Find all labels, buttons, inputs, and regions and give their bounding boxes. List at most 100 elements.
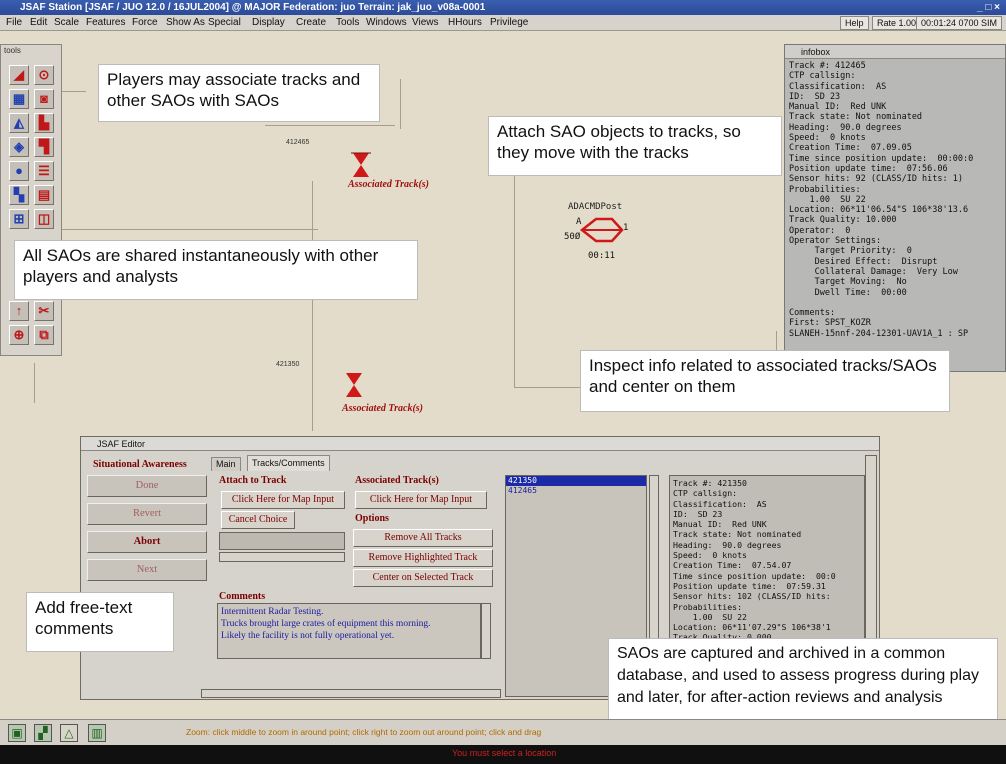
menu-display[interactable]: Display [252, 15, 285, 31]
menu-hhours[interactable]: HHours [448, 15, 482, 31]
remove-all-tracks-button[interactable]: Remove All Tracks [353, 529, 493, 547]
callout-attach: Attach SAO objects to tracks, so they mo… [488, 116, 782, 176]
sao-number-label: 1 [623, 223, 629, 233]
list-item[interactable]: 412465 [506, 486, 646, 496]
menu-privilege[interactable]: Privilege [490, 15, 528, 31]
menu-windows[interactable]: Windows [366, 15, 407, 31]
list-item-selected[interactable]: 421350 [506, 476, 646, 486]
status-hint: Zoom: click middle to zoom in around poi… [186, 727, 542, 737]
editor-title: JSAF Editor [81, 437, 879, 451]
target-tool-icon[interactable]: ⊙ [34, 65, 54, 85]
menu-file[interactable]: File [6, 15, 22, 31]
sao-range-label: 50Ø [564, 232, 581, 242]
chart-icon[interactable]: ▞ [34, 724, 52, 742]
menu-scale[interactable]: Scale [54, 15, 79, 31]
menu-special[interactable]: Special [208, 15, 241, 31]
comment-line: Likely the facility is not fully operati… [221, 631, 395, 641]
callout-inspect: Inspect info related to associated track… [580, 350, 950, 412]
terrain-line [265, 125, 395, 126]
tools-palette-title: tools [4, 46, 21, 55]
grid-tool-icon[interactable]: ▦ [9, 89, 29, 109]
associated-track-label: Associated Track(s) [348, 179, 430, 190]
sensor-tool-icon[interactable]: ● [9, 161, 29, 181]
warning-icon[interactable]: △ [60, 724, 78, 742]
window-title: JSAF Station [JSAF / JUO 12.0 / 16JUL200… [20, 2, 486, 13]
editor-horizontal-scrollbar[interactable] [201, 689, 501, 698]
done-button[interactable]: Done [87, 475, 207, 497]
tab-tracks-comments[interactable]: Tracks/Comments [247, 455, 330, 471]
infobox-text: Track #: 412465 CTP callsign: Classifica… [789, 61, 974, 339]
area-tool-icon[interactable]: ◈ [9, 137, 29, 157]
callout-shared: All SAOs are shared instantaneously with… [14, 240, 418, 300]
panel-icon[interactable]: ▥ [88, 724, 106, 742]
measure-tool-icon[interactable]: ◫ [34, 209, 54, 229]
sao-name-label: ADACMDPost [568, 202, 623, 212]
callout-comments: Add free-text comments [26, 592, 174, 652]
comments-scrollbar[interactable] [481, 603, 491, 659]
sim-time-display: 00:01:24 0700 SIM [916, 16, 1003, 30]
comments-heading: Comments [219, 591, 266, 602]
track-id-label: 421350 [276, 361, 300, 368]
status-bar: ▣ ▞ △ ▥ Zoom: click middle to zoom in ar… [0, 719, 1006, 745]
window-controls[interactable]: _ □ × [977, 0, 1000, 15]
comment-line: Intermittent Radar Testing. [221, 607, 324, 617]
window-title-bar[interactable]: JSAF Station [JSAF / JUO 12.0 / 16JUL200… [0, 0, 1006, 15]
network-tool-icon[interactable]: ⊞ [9, 209, 29, 229]
sao-symbol-icon[interactable] [578, 215, 626, 245]
attach-text-field[interactable] [219, 532, 345, 550]
menu-bar: File Edit Scale Features Force Show As S… [0, 15, 1006, 31]
copy-tool-icon[interactable]: ⧉ [34, 325, 54, 345]
menu-force[interactable]: Force [132, 15, 158, 31]
options-heading: Options [355, 513, 389, 524]
center-tool-icon[interactable]: ⊕ [9, 325, 29, 345]
cancel-choice-button[interactable]: Cancel Choice [221, 511, 295, 529]
route-tool-icon[interactable]: ◭ [9, 113, 29, 133]
terrain-line [400, 79, 401, 129]
track-symbol-icon[interactable] [344, 372, 364, 398]
cut-tool-icon[interactable]: ✂ [34, 301, 54, 321]
unit-tool-icon[interactable]: ▙ [34, 113, 54, 133]
center-selected-track-button[interactable]: Center on Selected Track [353, 569, 493, 587]
menu-tools[interactable]: Tools [336, 15, 359, 31]
tab-main[interactable]: Main [211, 457, 241, 471]
track-symbol-icon[interactable] [351, 152, 371, 178]
formation-tool-icon[interactable]: ▜ [34, 137, 54, 157]
error-message: You must select a location [452, 748, 557, 758]
map-view-icon[interactable]: ▣ [8, 724, 26, 742]
terrain-line [38, 229, 318, 230]
infobox-window[interactable]: infobox Track #: 412465 CTP callsign: Cl… [784, 44, 1006, 372]
arrow-up-tool-icon[interactable]: ↑ [9, 301, 29, 321]
attach-scrollbar[interactable] [219, 552, 345, 562]
link-tool-icon[interactable]: ▚ [9, 185, 29, 205]
map-input-button-associated[interactable]: Click Here for Map Input [355, 491, 487, 509]
help-button[interactable]: Help [840, 16, 869, 30]
revert-button[interactable]: Revert [87, 503, 207, 525]
menu-edit[interactable]: Edit [30, 15, 47, 31]
comments-textarea[interactable]: Intermittent Radar Testing. Trucks broug… [217, 603, 481, 659]
menu-views[interactable]: Views [412, 15, 439, 31]
callout-players: Players may associate tracks and other S… [98, 64, 380, 122]
associated-tracks-heading: Associated Track(s) [355, 475, 439, 486]
terrain-line [34, 363, 35, 403]
track-detail-text: Track #: 421350 CTP callsign: Classifica… [673, 478, 836, 642]
associated-track-label: Associated Track(s) [342, 403, 424, 414]
vehicle-tool-icon[interactable]: ◙ [34, 89, 54, 109]
attach-heading: Attach to Track [219, 475, 287, 486]
terrain-line [312, 181, 313, 431]
comment-line: Trucks brought large crates of equipment… [221, 619, 431, 629]
remove-highlighted-track-button[interactable]: Remove Highlighted Track [353, 549, 493, 567]
sao-a-label: A [576, 217, 582, 227]
menu-create[interactable]: Create [296, 15, 326, 31]
menu-show-as[interactable]: Show As [166, 15, 205, 31]
next-button[interactable]: Next [87, 559, 207, 581]
select-tool-icon[interactable]: ◢ [9, 65, 29, 85]
infobox-title: infobox [785, 45, 1005, 59]
abort-button[interactable]: Abort [87, 531, 207, 553]
rate-display: Rate 1.00 [872, 16, 922, 30]
tools-palette: tools ◢ ⊙ ▦ ◙ ◭ ▙ ◈ ▜ ● ☰ ▚ ▤ ⊞ ◫ ↑ ✂ ⊕ … [0, 44, 62, 356]
obstacle-tool-icon[interactable]: ☰ [34, 161, 54, 181]
menu-features[interactable]: Features [86, 15, 125, 31]
map-input-button-attach[interactable]: Click Here for Map Input [221, 491, 345, 509]
track-id-label: 412465 [286, 139, 310, 146]
building-tool-icon[interactable]: ▤ [34, 185, 54, 205]
